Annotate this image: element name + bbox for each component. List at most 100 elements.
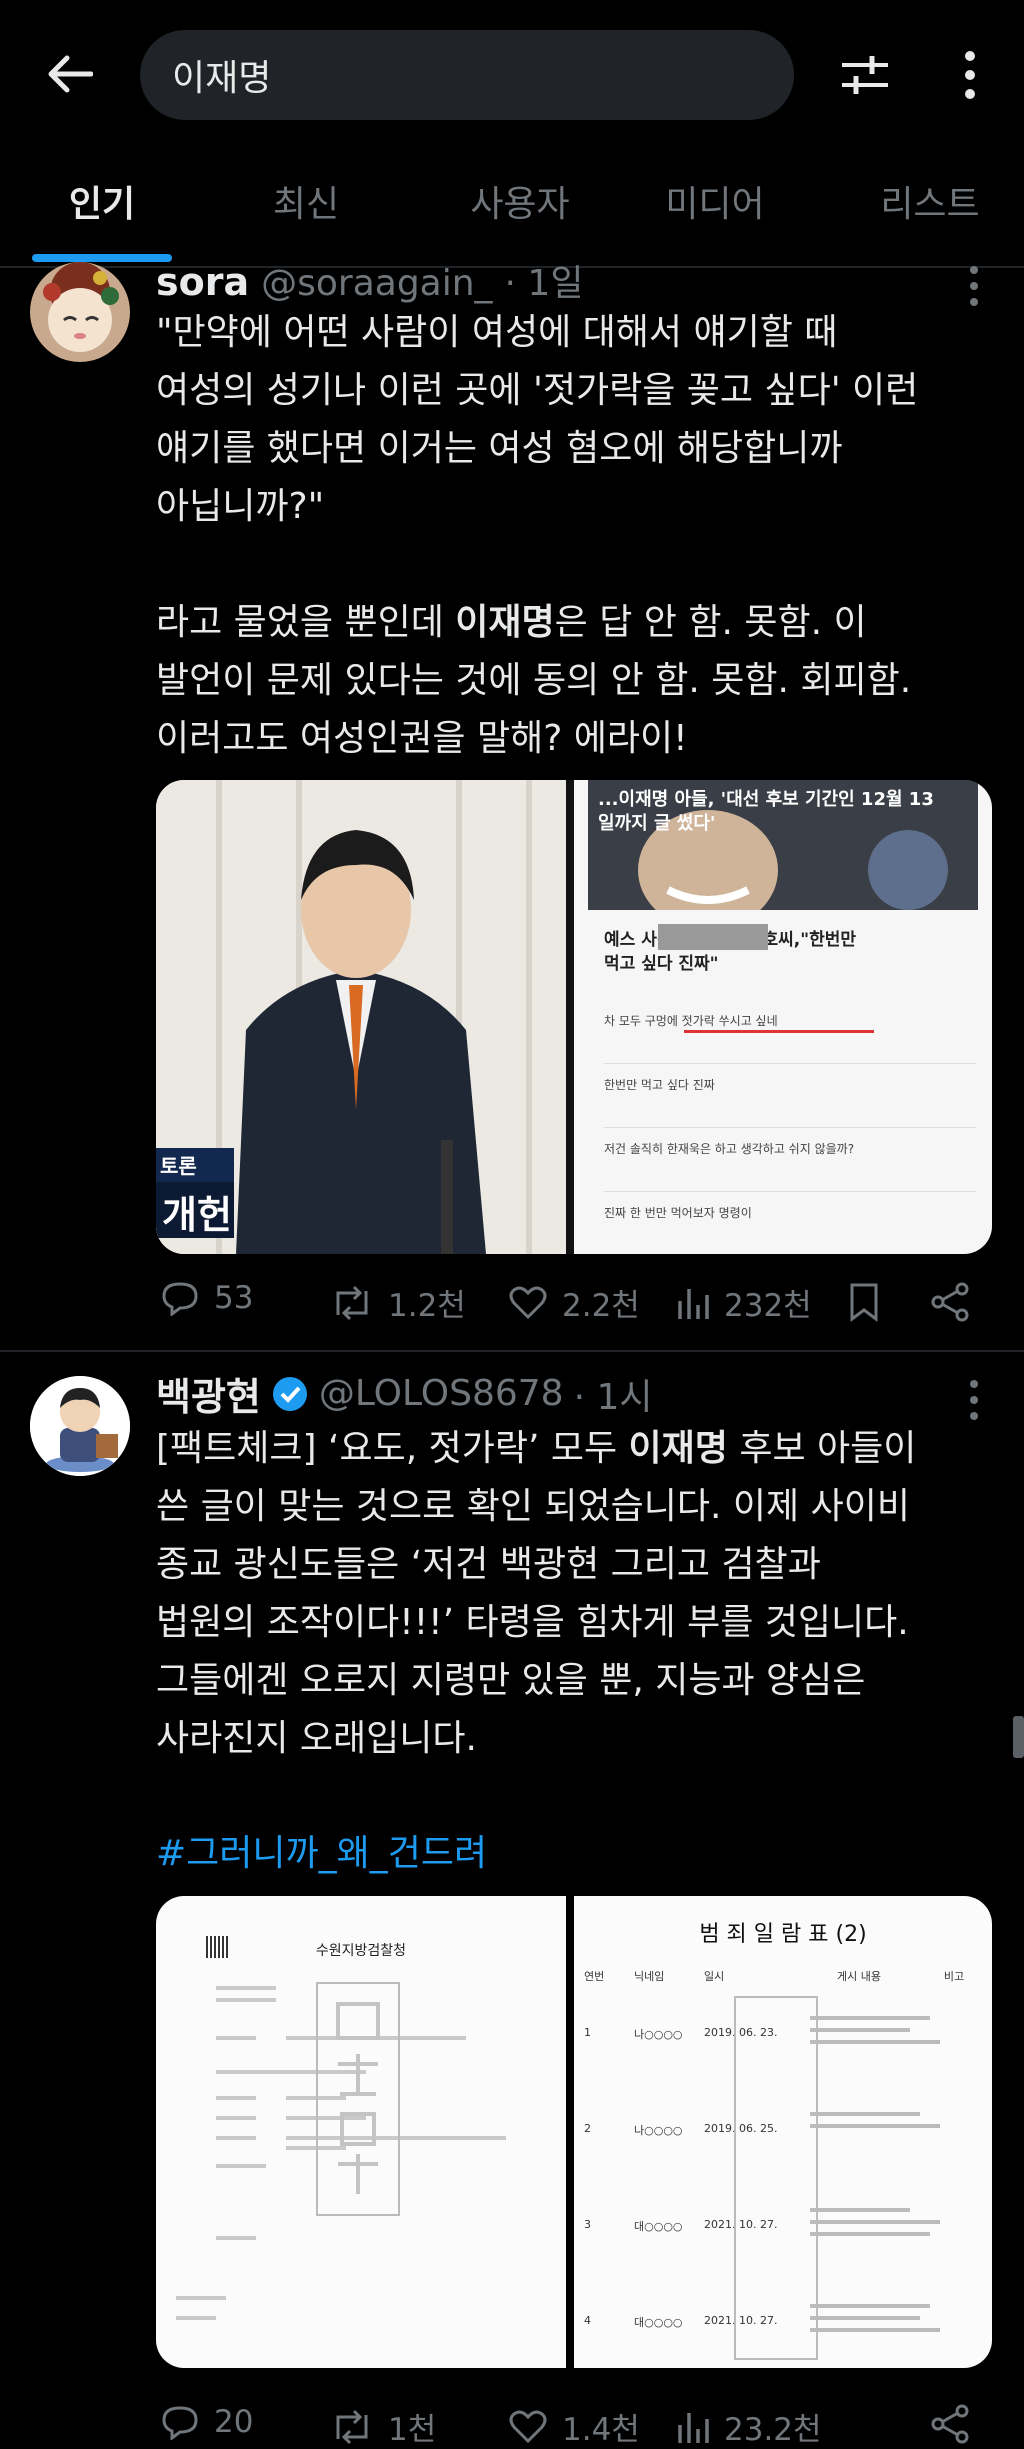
stamp-glyphs — [336, 2002, 380, 2194]
search-highlight: 이재명 — [628, 1428, 728, 1469]
view-count: 23.2천 — [724, 2412, 822, 2448]
tweet-line: 종교 광신도들은 ‘저건 백광현 그리고 검찰과 — [156, 1544, 821, 1585]
tweet-more-button[interactable] — [954, 1380, 994, 1420]
tweet-line: 이러고도 여성인권을 말해? 에라이! — [156, 718, 688, 759]
tweet-line: 발언이 문제 있다는 것에 동의 안 함. 못함. 회피함. — [156, 660, 912, 701]
like-button[interactable]: 2.2천 — [508, 1280, 640, 1325]
table-header: 일시 — [704, 1970, 725, 1983]
tab-active-indicator — [32, 254, 172, 262]
table-header: 닉네임 — [634, 1970, 665, 1983]
dot-icon — [970, 282, 978, 290]
tweet-header: 백광현 @LOLOS8678 · 1시 — [156, 1366, 653, 1421]
tab-latest[interactable]: 최신 — [246, 175, 366, 235]
share-button[interactable] — [930, 2404, 970, 2448]
tab-users[interactable]: 사용자 — [440, 175, 600, 235]
share-icon — [931, 2404, 969, 2444]
bookmark-icon — [850, 1283, 878, 1322]
scrollbar-thumb[interactable] — [1013, 1716, 1024, 1758]
search-query: 이재명 — [172, 58, 272, 99]
media-document-right[interactable]: 범 죄 일 람 표 (2) 연번 닉네임 일시 게시 내용 비고 1 나○○○○… — [574, 1896, 992, 2368]
handle[interactable]: @LOLOS8678 — [319, 1373, 564, 1414]
retweet-button[interactable]: 1천 — [330, 2404, 436, 2449]
comment-row: 저건 솔직히 한재욱은 하고 생각하고 쉬지 않을까? — [604, 1128, 976, 1192]
sliders-icon — [842, 56, 888, 94]
speaker-photo — [156, 780, 566, 1254]
reply-count: 53 — [214, 1280, 254, 1316]
media-photo-left[interactable]: 토론 개헌 — [156, 780, 566, 1254]
watermark-stamp — [734, 1996, 818, 2360]
media-document-left[interactable]: 수원지방검찰청 — [156, 1896, 566, 2368]
table-header: 비고 — [943, 1970, 965, 1983]
dot-icon — [970, 1380, 978, 1388]
tweet-header: sora @soraagain_ · 1일 — [156, 254, 583, 306]
reply-icon — [162, 1282, 198, 1316]
comment-row: 한번만 먹고 싶다 진짜 — [604, 1064, 976, 1128]
article-header-image: ...이재명 아들, '대선 후보 기간인 12월 13 일까지 글 썼다' — [588, 780, 978, 930]
tab-lists[interactable]: 리스트 — [850, 175, 1010, 235]
table-header: 연번 — [584, 1970, 605, 1983]
hashtag-link[interactable]: #그러니까_왜_건드려 — [156, 1824, 487, 1876]
avatar[interactable] — [30, 1376, 130, 1476]
tweet-text: "만약에 어떤 사람이 여성에 대해서 얘기할 때 여성의 성기나 이런 곳에 … — [156, 304, 996, 768]
more-options-button[interactable] — [930, 42, 1010, 108]
retweet-button[interactable]: 1.2천 — [330, 1280, 466, 1325]
tweet-line: "만약에 어떤 사람이 여성에 대해서 얘기할 때 — [156, 312, 838, 353]
tweet-line: 사라진지 오래입니다. — [156, 1718, 477, 1759]
crime-table-title: 범 죄 일 람 표 (2) — [699, 1922, 867, 1947]
dot-icon — [970, 266, 978, 274]
section-lines — [176, 2296, 256, 2330]
like-button[interactable]: 1.4천 — [508, 2404, 640, 2449]
watermark-stamp — [316, 1982, 400, 2216]
avatar[interactable] — [30, 262, 130, 362]
display-name[interactable]: sora — [156, 260, 249, 304]
views-chart-icon — [678, 2412, 709, 2443]
table-content-lines — [810, 2006, 950, 2360]
like-count: 2.2천 — [562, 1288, 640, 1324]
views-button[interactable]: 232천 — [676, 1280, 812, 1325]
tweet-text: [팩트체크] ‘요도, 젓가락’ 모두 이재명 후보 아들이 쓴 글이 맞는 것… — [156, 1420, 996, 1768]
reply-count: 20 — [214, 2404, 254, 2440]
dot-icon — [970, 1412, 978, 1420]
tweet-media[interactable]: 토론 개헌 ...이재명 아들, '대선 후보 기간인 12월 13 일까지 글… — [156, 780, 992, 1254]
document-text-lines — [810, 2016, 940, 2332]
crime-table-header: 연번 닉네임 일시 게시 내용 비고 — [584, 1968, 984, 1984]
search-input[interactable]: 이재명 — [140, 30, 794, 120]
retweet-count: 1천 — [388, 2412, 437, 2448]
document-text-lines — [176, 2296, 226, 2320]
reply-button[interactable]: 20 — [160, 2404, 253, 2440]
back-button[interactable] — [30, 42, 110, 106]
dot-icon — [970, 1396, 978, 1404]
article-headline: ...이재명 아들, '대선 후보 기간인 12월 13 일까지 글 썼다' — [598, 789, 934, 834]
tweet-line: 얘기를 했다면 이거는 여성 혐오에 해당합니까 — [156, 428, 843, 469]
timestamp[interactable]: · 1시 — [574, 1368, 653, 1420]
tweet-more-button[interactable] — [954, 266, 994, 306]
tweet-divider — [0, 1350, 1024, 1352]
table-header: 게시 내용 — [837, 1970, 881, 1983]
redaction-bar — [658, 924, 768, 950]
handle[interactable]: @soraagain_ — [261, 263, 492, 304]
comment-list: 차 모두 구멍에 젓가락 쑤시고 싶네 한번만 먹고 싶다 진짜 저건 솔직히 … — [604, 1000, 976, 1254]
views-button[interactable]: 23.2천 — [676, 2404, 822, 2449]
tweet-media[interactable]: 수원지방검찰청 범 죄 일 람 표 (2) 연번 닉네임 일시 게시 내용 비고… — [156, 1896, 992, 2368]
timestamp[interactable]: · 1일 — [505, 254, 584, 306]
retweet-icon — [336, 2409, 368, 2444]
share-button[interactable] — [930, 1282, 970, 1326]
search-filter-button[interactable] — [830, 42, 900, 108]
news-tag: 토론 — [160, 1154, 197, 1178]
verified-badge-icon — [272, 1376, 307, 1411]
comment-row: 진짜 한 번만 먹어보자 명령이 — [604, 1206, 752, 1220]
reply-button[interactable]: 53 — [160, 1280, 253, 1316]
red-underline — [684, 1030, 874, 1033]
retweet-count: 1.2천 — [388, 1288, 466, 1324]
tweet-line: 여성의 성기나 이런 곳에 '젓가락을 꽂고 싶다' 이런 — [156, 370, 919, 411]
bookmark-button[interactable] — [848, 1282, 880, 1326]
document-title: 수원지방검찰청 — [315, 1943, 407, 1959]
media-photo-right[interactable]: ...이재명 아들, '대선 후보 기간인 12월 13 일까지 글 썼다' 예… — [574, 780, 992, 1254]
display-name[interactable]: 백광현 — [156, 1366, 261, 1421]
tweet-line: 법원의 조작이다!!!’ 타령을 힘차게 부를 것입니다. — [156, 1602, 909, 1643]
view-count: 232천 — [724, 1288, 812, 1324]
tab-popular[interactable]: 인기 — [42, 175, 162, 235]
tab-media[interactable]: 미디어 — [640, 175, 790, 235]
retweet-icon — [336, 1285, 368, 1320]
heart-icon — [509, 1286, 547, 1319]
